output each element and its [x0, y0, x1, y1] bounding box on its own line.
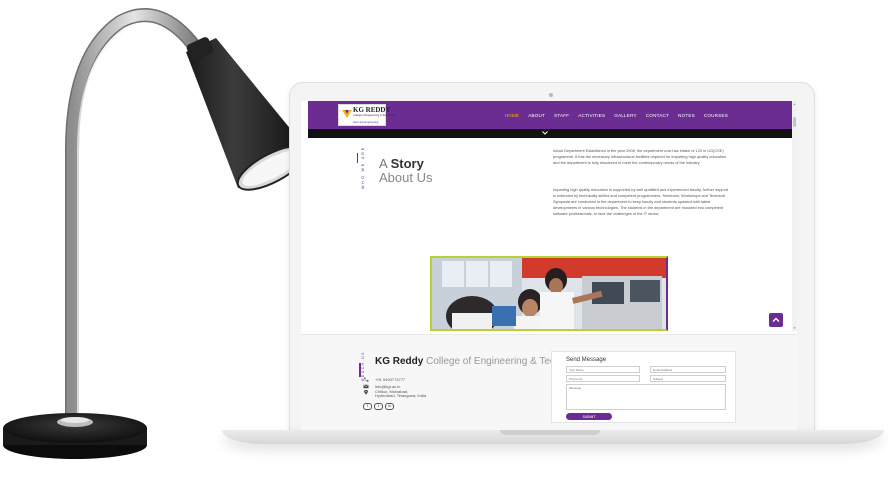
- story-heading: A Story About Us: [379, 157, 432, 185]
- nav-item-courses[interactable]: COURSES: [704, 113, 728, 118]
- scroll-thumb[interactable]: [793, 117, 796, 127]
- about-paragraph-1: About Department Established in the year…: [553, 148, 727, 165]
- nav-item-notes[interactable]: NOTES: [678, 113, 695, 118]
- who-we-are-label: WHO WE ARE: [361, 145, 365, 189]
- form-title: Send Message: [566, 357, 607, 363]
- logo-name: KG REDDY: [353, 106, 391, 114]
- contact-address-row: Chilkur, Moinabad, Hyderabad, Telangana,…: [363, 389, 427, 399]
- story-heading-line2: About Us: [379, 170, 433, 185]
- name-input[interactable]: [566, 366, 640, 373]
- nav-item-about[interactable]: ABOUT: [528, 113, 545, 118]
- submit-button[interactable]: SUBMIT: [566, 413, 612, 420]
- story-heading-bold: Story: [390, 156, 424, 171]
- navbar: KG REDDY College of Engineering & Techno…: [308, 101, 792, 129]
- laptop-notch: [500, 430, 600, 435]
- contact-address-line2: Hyderabad, Telangana, India: [375, 393, 427, 399]
- facebook-icon[interactable]: f: [363, 403, 372, 410]
- scroll-up-arrow[interactable]: ▲: [792, 102, 797, 106]
- nav-dropdown-bar: [308, 129, 792, 138]
- phone-icon: [364, 377, 369, 382]
- logo-tagline: Here Say Engineering: [353, 121, 379, 124]
- location-icon: [364, 390, 368, 395]
- phone-input[interactable]: [566, 375, 640, 382]
- about-paragraph-2: Imparting high quality education is supp…: [553, 187, 729, 216]
- message-textarea[interactable]: [566, 384, 726, 410]
- desk-lamp-illustration: [3, 8, 308, 459]
- story-heading-prefix: A: [379, 156, 391, 171]
- logo-subtitle: College of Engineering & Technology: [353, 114, 396, 117]
- subject-input[interactable]: [650, 375, 726, 382]
- contact-phone[interactable]: +91 9490773777: [375, 377, 405, 382]
- nav-menu: HOME ABOUT STAFF ACTIVITIES GALLERY CONT…: [505, 101, 728, 129]
- nav-item-contact[interactable]: CONTACT: [646, 113, 669, 118]
- nav-item-staff[interactable]: STAFF: [554, 113, 569, 118]
- page-scrollbar[interactable]: [792, 101, 797, 331]
- college-name-bold: KG Reddy: [375, 356, 424, 367]
- chevron-down-icon[interactable]: [541, 129, 549, 137]
- nav-item-home[interactable]: HOME: [505, 113, 520, 118]
- nav-item-gallery[interactable]: GALLERY: [614, 113, 637, 118]
- email-icon: [363, 384, 369, 389]
- nav-item-activities[interactable]: ACTIVITIES: [578, 113, 605, 118]
- laptop-camera: [549, 93, 553, 97]
- linkedin-icon[interactable]: in: [385, 403, 394, 410]
- social-links: f t in: [363, 403, 394, 410]
- back-to-top-button[interactable]: [769, 313, 783, 327]
- computer-lab-photo: [430, 256, 668, 331]
- send-message-form: Send Message SUBMIT: [551, 351, 736, 423]
- website-screen: KG REDDY College of Engineering & Techno…: [301, 101, 797, 430]
- college-logo[interactable]: KG REDDY College of Engineering & Techno…: [338, 104, 396, 126]
- twitter-icon[interactable]: t: [374, 403, 383, 410]
- arrow-up-icon: [772, 317, 780, 322]
- scroll-down-arrow[interactable]: ▼: [792, 326, 797, 330]
- eyebrow-divider: [357, 153, 358, 163]
- contact-phone-row: +91 9490773777: [363, 377, 405, 382]
- email-input[interactable]: [650, 366, 726, 373]
- logo-emblem-icon: [342, 110, 352, 118]
